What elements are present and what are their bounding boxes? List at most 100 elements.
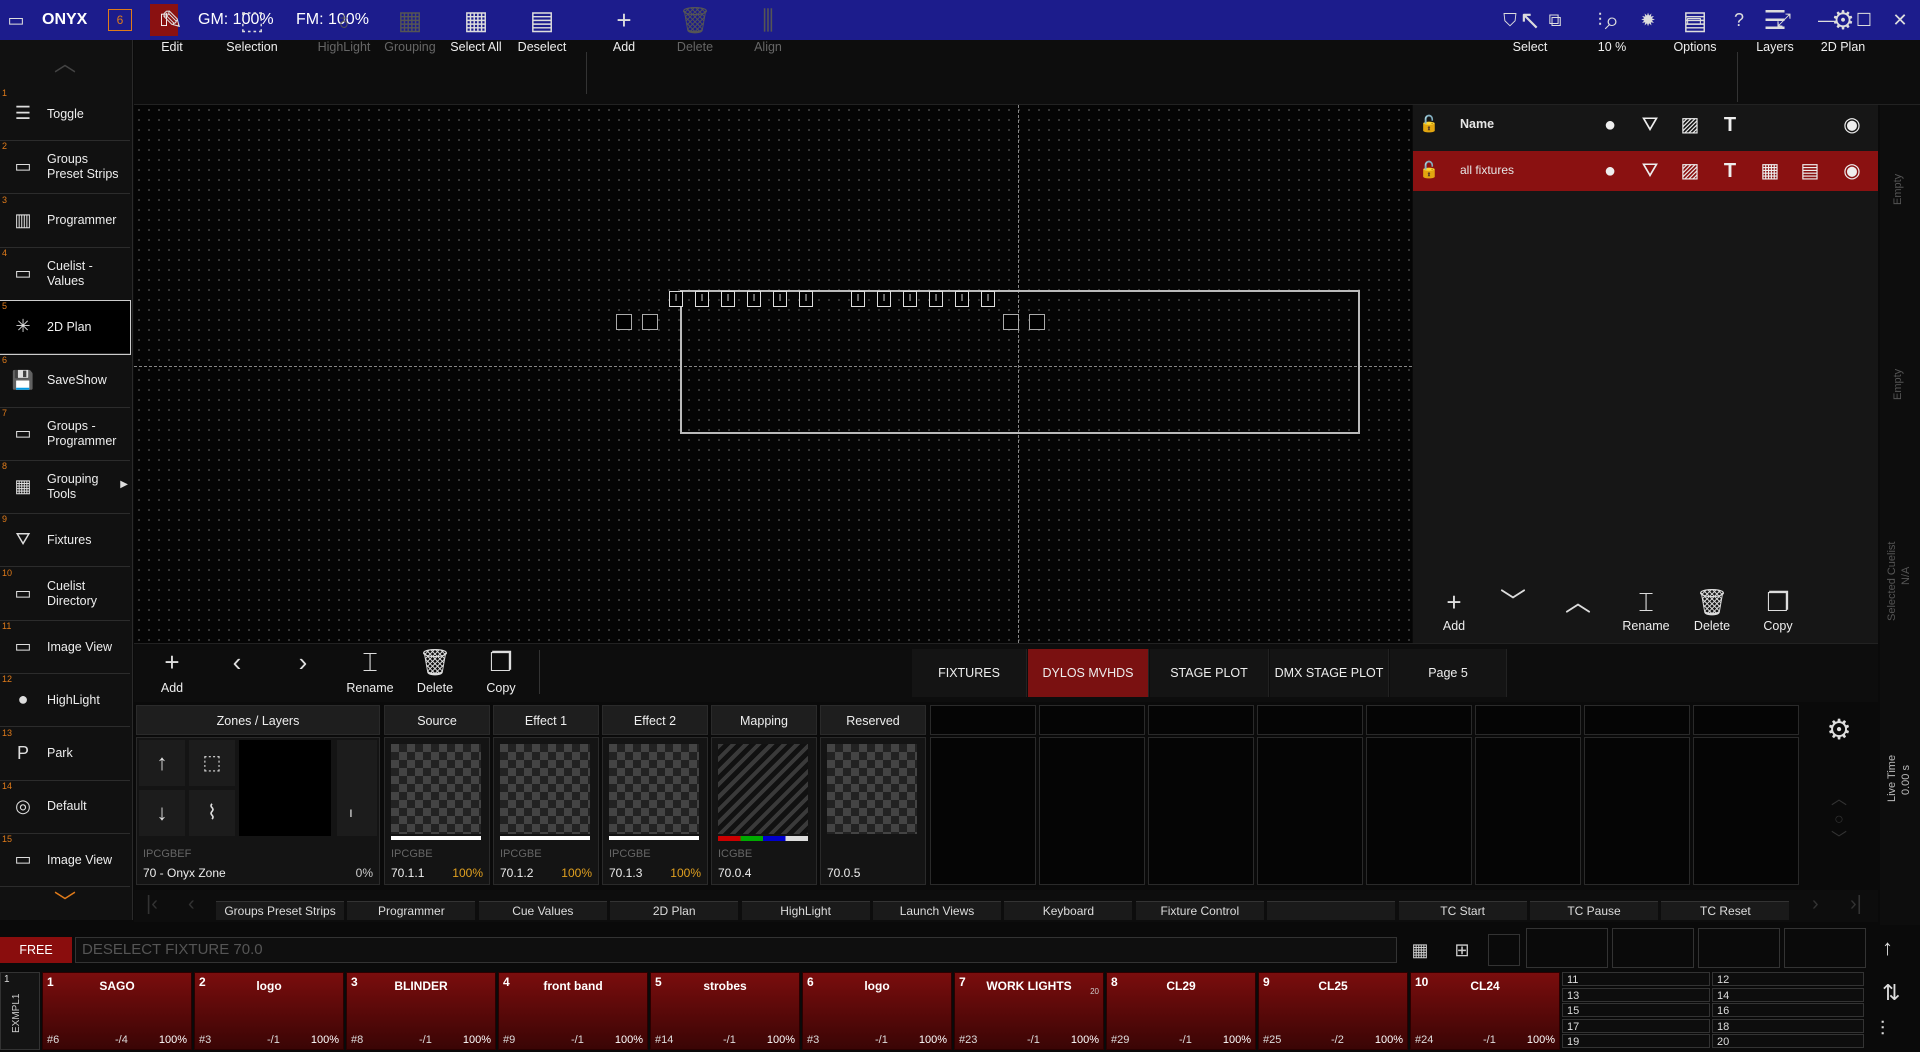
macro-button[interactable]	[1267, 901, 1396, 920]
bank-icon[interactable]: 6	[108, 9, 132, 31]
settings-icon[interactable]: ✹	[1636, 8, 1660, 32]
macro-button[interactable]: Fixture Control	[1135, 901, 1264, 920]
scroll-down-icon[interactable]: ﹀	[0, 885, 130, 915]
playback-button[interactable]: logo 6 #3 -/1 100%	[802, 972, 952, 1050]
lock-icon[interactable]: 🔓	[1415, 113, 1443, 137]
close-icon[interactable]: ✕	[1888, 8, 1912, 32]
grouping-button[interactable]: ▦ Grouping	[380, 0, 440, 64]
mini-playback[interactable]: 13	[1562, 987, 1710, 1002]
page-rename-button[interactable]: ⌶ Rename	[344, 643, 396, 701]
text-icon[interactable]: T	[1716, 113, 1744, 137]
image-icon[interactable]: ▨	[1676, 113, 1704, 137]
macro-button[interactable]: 2D Plan	[610, 901, 739, 920]
fixture-icon[interactable]	[642, 314, 658, 330]
first-page-icon[interactable]: |‹	[146, 893, 158, 916]
tab-fixtures[interactable]: FIXTURES	[912, 649, 1027, 697]
macro-button[interactable]: Programmer	[347, 901, 476, 920]
sidebar-item[interactable]: 2 ▭ Groups Preset Strips	[0, 141, 130, 195]
fixture-icon[interactable]: I	[773, 291, 787, 307]
text-icon[interactable]: T	[1716, 159, 1744, 183]
cmd-slot[interactable]	[1612, 928, 1694, 968]
fixture-icon[interactable]: I	[929, 291, 943, 307]
options-button[interactable]: ▤ Options	[1670, 0, 1720, 64]
sidebar-item[interactable]: 10 ▭ Cuelist Directory	[0, 568, 130, 621]
macro-button[interactable]: TC Reset	[1661, 901, 1790, 920]
empty-header[interactable]	[1039, 705, 1145, 735]
empty-cell[interactable]	[1693, 737, 1799, 885]
page-copy-button[interactable]: ❐ Copy	[478, 643, 524, 701]
fixture-icon[interactable]: I	[877, 291, 891, 307]
sidebar-item[interactable]: 4 ▭ Cuelist - Values	[0, 248, 130, 301]
reserved-cell[interactable]: 70.0.5	[820, 737, 926, 885]
mini-playback[interactable]: 20	[1712, 1034, 1864, 1049]
macro-button[interactable]: HighLight	[741, 901, 870, 920]
playback-button[interactable]: CL29 8 #29 -/1 100%	[1106, 972, 1256, 1050]
mini-playback[interactable]: 19	[1562, 1034, 1710, 1049]
empty-header[interactable]	[1366, 705, 1472, 735]
sidebar-item[interactable]: 15 ▭ Image View	[0, 834, 130, 888]
sidebar-item[interactable]: 6 💾 SaveShow	[0, 355, 130, 408]
fixture-icon[interactable]: I	[851, 291, 865, 307]
zoom-button[interactable]: ⌕ 10 %	[1592, 0, 1632, 64]
sidebar-item[interactable]: 11 ▭ Image View	[0, 621, 130, 674]
help-icon[interactable]: ?	[1727, 8, 1751, 32]
sidebar-item[interactable]: 14 ◎ Default	[0, 781, 130, 834]
sidebar-item[interactable]: 9 ⛛ Fixtures	[0, 514, 130, 568]
fixture-icon[interactable]: I	[955, 291, 969, 307]
selection-button[interactable]: ⬚ Selection	[222, 0, 282, 64]
empty-cell[interactable]	[1366, 737, 1472, 885]
playback-bank[interactable]: 1 EXMPL1	[0, 972, 40, 1050]
nav-arrows-icon[interactable]: ︿ ○ ﹀	[1826, 790, 1852, 850]
zone-cell[interactable]: ↑ ⬚ ↓ ⌇ ı IPCGBEF 70 - Onyx Zone 0%	[136, 737, 380, 885]
lock-icon[interactable]: 🔓	[1415, 159, 1443, 183]
layers-button[interactable]: ☰ Layers	[1752, 0, 1798, 64]
cmd-slot[interactable]	[1698, 928, 1780, 968]
source-cell[interactable]: IPCGBE 70.1.1 100%	[384, 737, 490, 885]
page-next-button[interactable]: ›	[288, 643, 318, 701]
empty-cell[interactable]	[1039, 737, 1145, 885]
image-icon[interactable]: ▨	[1676, 159, 1704, 183]
fixture-icon[interactable]: I	[695, 291, 709, 307]
empty-header[interactable]	[1475, 705, 1581, 735]
fixture-icon[interactable]: I	[981, 291, 995, 307]
layer-rename-button[interactable]: ⌶ Rename	[1621, 585, 1671, 643]
effect1-cell[interactable]: IPCGBE 70.1.2 100%	[493, 737, 599, 885]
select-box-icon[interactable]: ⬚	[189, 740, 235, 786]
macro-button[interactable]: Launch Views	[873, 901, 1001, 920]
align-button[interactable]: ⫼ Align	[748, 0, 788, 64]
mini-playback[interactable]: 17	[1562, 1018, 1710, 1033]
layer-move-down-button[interactable]: ﹀	[1493, 585, 1533, 643]
grid-outline-icon[interactable]: ▤	[1796, 159, 1824, 183]
free-mode-button[interactable]: FREE	[0, 937, 72, 963]
mini-playback[interactable]: 11	[1562, 972, 1710, 986]
tab-dmx-stage-plot[interactable]: DMX STAGE PLOT	[1270, 649, 1389, 697]
fixture-icon[interactable]: I	[669, 291, 683, 307]
gear-icon[interactable]: ⚙	[1822, 713, 1856, 747]
layer-copy-button[interactable]: ❐ Copy	[1753, 585, 1803, 643]
fixture-icon[interactable]: ⛛	[1636, 159, 1664, 183]
empty-header[interactable]	[1257, 705, 1363, 735]
plan-settings-button[interactable]: ⚙ 2D Plan	[1818, 0, 1868, 64]
sidebar-item[interactable]: 13 P Park	[0, 728, 130, 781]
arrow-down-icon[interactable]: ↓	[139, 790, 185, 836]
tab-page-5[interactable]: Page 5	[1390, 649, 1507, 697]
fixture-icon[interactable]	[616, 314, 632, 330]
sidebar-item[interactable]: 12 ● HighLight	[0, 674, 130, 728]
empty-cell[interactable]	[1475, 737, 1581, 885]
layer-move-up-button[interactable]: ︿	[1558, 585, 1598, 643]
last-page-icon[interactable]: ›|	[1850, 893, 1862, 916]
scroll-up-icon[interactable]: ︿	[0, 46, 130, 76]
bulb-icon[interactable]: ●	[1596, 159, 1624, 183]
empty-cell[interactable]	[1257, 737, 1363, 885]
eye-icon[interactable]: ◉	[1838, 113, 1866, 137]
mini-playback[interactable]: 16	[1712, 1003, 1864, 1018]
keypad-icon[interactable]: ▦	[1402, 937, 1438, 963]
add-button[interactable]: + Add	[604, 0, 644, 64]
layer-add-button[interactable]: + Add	[1429, 585, 1479, 643]
fixture-icon[interactable]: I	[721, 291, 735, 307]
arrow-up-icon[interactable]: ↑	[1882, 935, 1893, 961]
fixture-icon[interactable]	[1029, 314, 1045, 330]
macro-button[interactable]: TC Pause	[1530, 901, 1658, 920]
tab-dylos-mvhds[interactable]: DYLOS MVHDS	[1028, 649, 1149, 697]
next-page-icon[interactable]: ›	[1812, 893, 1819, 916]
